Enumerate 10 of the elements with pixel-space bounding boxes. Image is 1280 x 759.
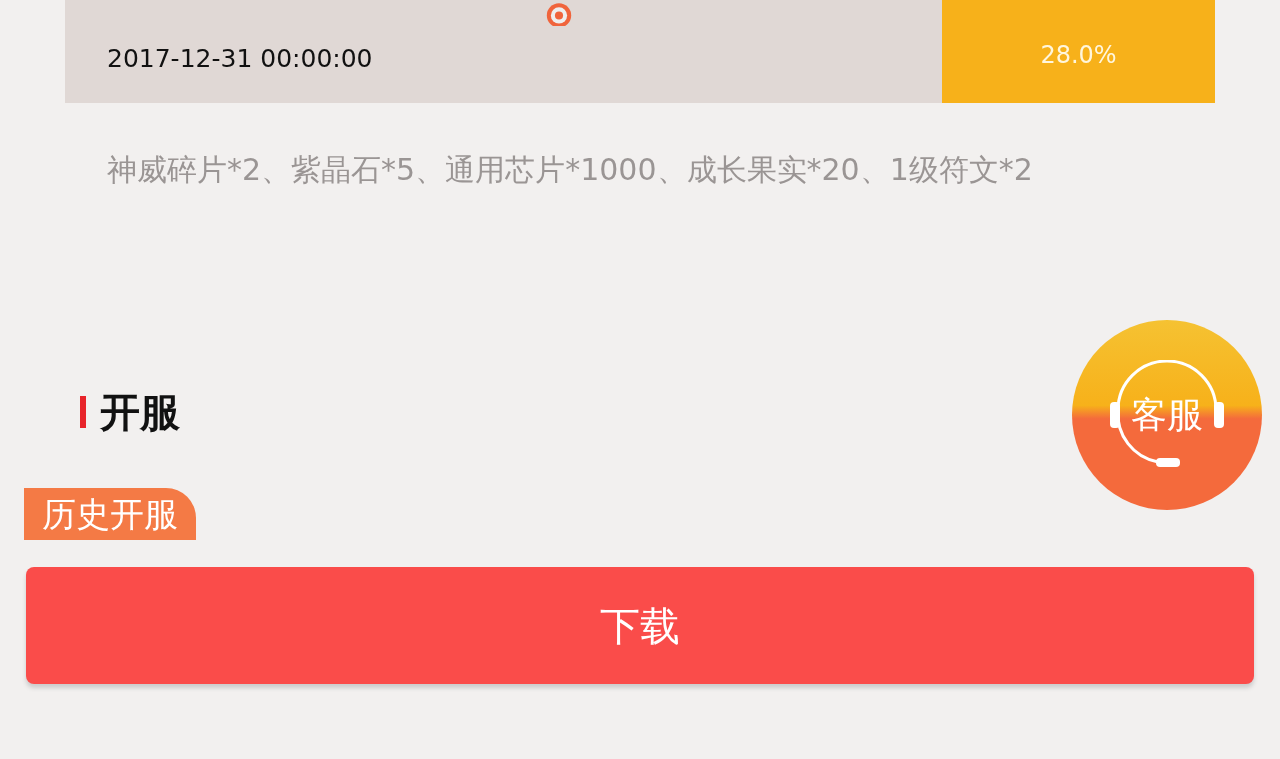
claim-rate: 28.0%	[1040, 40, 1117, 71]
customer-service-button[interactable]: 客服	[1072, 320, 1262, 510]
section-title: 开服	[100, 388, 180, 437]
section-marker	[80, 396, 86, 428]
reward-description: 神威碎片*2、紫晶石*5、通用芯片*1000、成长果实*20、1级符文*2	[107, 151, 1034, 189]
coupon-date: 2017-12-31 00:00:00	[107, 42, 373, 75]
claim-panel[interactable]: 28.0%	[942, 0, 1215, 103]
tab[interactable]: 历史开服	[24, 488, 196, 540]
service-label: 客服	[1131, 393, 1203, 437]
download-button[interactable]: 下载	[26, 567, 1254, 684]
